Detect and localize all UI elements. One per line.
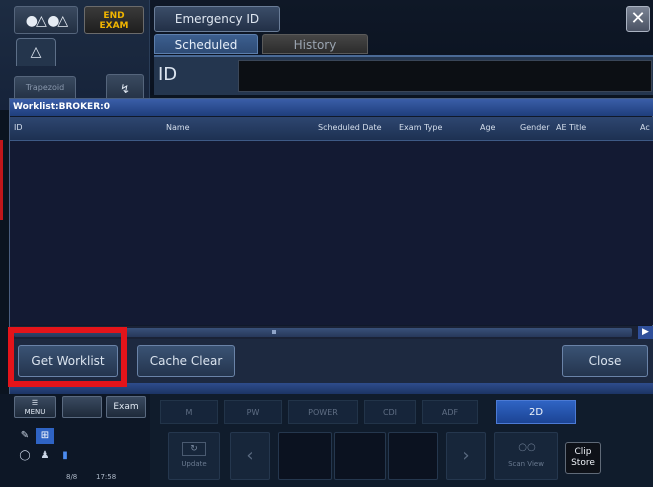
column-header-id[interactable]: ID: [14, 123, 23, 132]
cache-clear-button[interactable]: Cache Clear: [137, 345, 235, 377]
mode-pw-button[interactable]: PW: [224, 400, 282, 424]
thumbnail-slot-1[interactable]: [278, 432, 332, 480]
scan-view-icon: ○○: [518, 442, 536, 453]
id-label: ID: [158, 64, 178, 85]
menu-label: MENU: [24, 408, 46, 416]
tab-scheduled[interactable]: Scheduled: [154, 34, 258, 54]
probe-tab[interactable]: △: [16, 38, 56, 66]
scrollbar-grip: [272, 330, 276, 334]
blank-button[interactable]: [62, 396, 102, 418]
next-arrow-button[interactable]: ›: [446, 432, 486, 480]
update-button[interactable]: [168, 432, 220, 480]
exam-button[interactable]: Exam: [106, 396, 146, 418]
column-header-ae-title[interactable]: AE Title: [556, 123, 586, 132]
update-label: Update: [181, 460, 207, 468]
update-icon: ↻: [182, 442, 206, 456]
column-header-exam-type[interactable]: Exam Type: [399, 123, 442, 132]
clip-store-button[interactable]: Clip Store: [565, 442, 601, 474]
end-exam-button[interactable]: END EXAM: [84, 6, 144, 34]
probe-icon: △: [30, 44, 42, 60]
wrench-icon: ↯: [119, 82, 131, 96]
emergency-id-button[interactable]: Emergency ID: [154, 6, 280, 32]
close-icon[interactable]: ✕: [626, 6, 650, 32]
patient-button[interactable]: ●△ ●△: [14, 6, 78, 34]
prev-arrow-button[interactable]: ‹: [230, 432, 270, 480]
column-header-gender[interactable]: Gender: [520, 123, 549, 132]
mode-2d-button[interactable]: 2D: [496, 400, 576, 424]
menu-icon: ☰: [31, 399, 39, 407]
left-edge-marker: [0, 140, 3, 220]
menu-button[interactable]: ☰ MENU: [14, 396, 56, 418]
thumbnail-slot-2[interactable]: [334, 432, 386, 480]
scroll-right-icon[interactable]: ▶: [638, 326, 653, 339]
id-input[interactable]: [238, 60, 652, 92]
caliper-icon[interactable]: ✎: [16, 428, 34, 444]
column-header-scheduled-date[interactable]: Scheduled Date: [318, 123, 382, 132]
counter-b: 17:58: [96, 473, 117, 481]
probe-small-icon[interactable]: ▮: [56, 448, 74, 464]
scan-view-label: Scan View: [508, 460, 544, 468]
column-header-name[interactable]: Name: [166, 123, 190, 132]
worklist-table-body[interactable]: [10, 141, 653, 325]
mode-m-button[interactable]: M: [160, 400, 218, 424]
dialog-title: Worklist:BROKER:0: [10, 99, 653, 116]
mode-adf-button[interactable]: ADF: [422, 400, 478, 424]
person-pair-icon: ●△ ●△: [25, 13, 68, 29]
mode-cdi-button[interactable]: CDI: [364, 400, 416, 424]
scan-view-button[interactable]: [494, 432, 558, 480]
highlight-box: [8, 327, 127, 387]
figure-icon[interactable]: ♟: [36, 448, 54, 464]
counter-a: 8/8: [66, 473, 78, 481]
column-header-age[interactable]: Age: [480, 123, 495, 132]
grid-icon[interactable]: ⊞: [36, 428, 54, 444]
column-header-ac[interactable]: Ac: [640, 123, 650, 132]
close-button[interactable]: Close: [562, 345, 648, 377]
camera-icon[interactable]: ◯: [16, 448, 34, 464]
thumbnail-slot-3[interactable]: [388, 432, 438, 480]
tab-history[interactable]: History: [262, 34, 368, 54]
mode-power-button[interactable]: POWER: [288, 400, 358, 424]
